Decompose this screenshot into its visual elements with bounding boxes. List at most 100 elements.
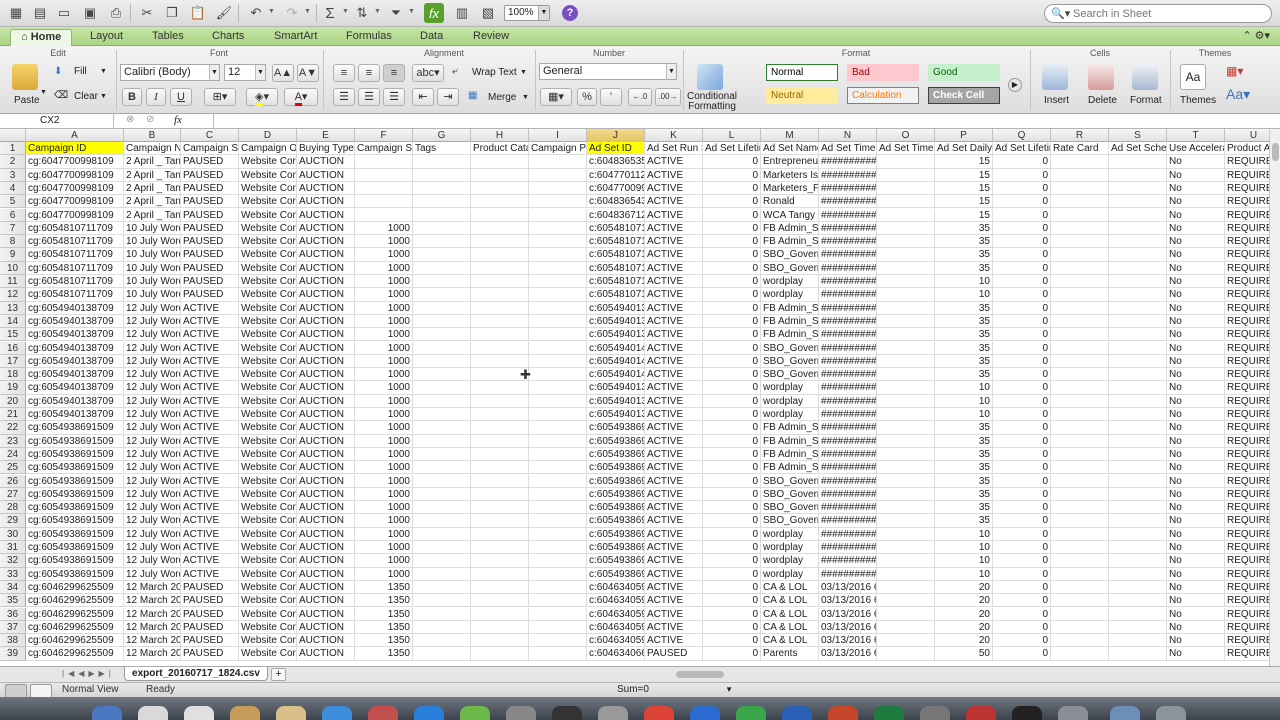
cell[interactable]: Website Con bbox=[239, 607, 297, 621]
row-header[interactable]: 23 bbox=[0, 434, 26, 448]
cell[interactable] bbox=[1051, 647, 1109, 661]
cell[interactable]: 1000 bbox=[355, 354, 413, 369]
cell[interactable] bbox=[877, 288, 935, 302]
cell[interactable]: PAUSED bbox=[181, 275, 239, 289]
cell[interactable]: 1000 bbox=[355, 394, 413, 408]
cell[interactable]: 10 July Word bbox=[124, 248, 181, 262]
maps-dock-icon[interactable] bbox=[460, 706, 490, 720]
cell[interactable]: ACTIVE bbox=[645, 461, 703, 475]
cell[interactable]: AUCTION bbox=[297, 541, 355, 555]
cell[interactable]: No bbox=[1167, 368, 1225, 382]
cell[interactable]: 0 bbox=[703, 381, 761, 395]
cell[interactable] bbox=[1051, 421, 1109, 435]
cell[interactable]: wordplay bbox=[761, 541, 819, 555]
function-icon[interactable]: fx bbox=[174, 114, 182, 126]
cell[interactable] bbox=[877, 527, 935, 541]
cell[interactable]: 35 bbox=[935, 487, 993, 502]
cell[interactable]: 0 bbox=[703, 155, 761, 169]
cell[interactable] bbox=[413, 487, 471, 502]
cell[interactable] bbox=[877, 195, 935, 209]
horizontal-scroll-thumb[interactable] bbox=[676, 671, 724, 678]
cell[interactable]: 1000 bbox=[355, 514, 413, 528]
cell[interactable]: AUCTION bbox=[297, 328, 355, 342]
cell[interactable]: 0 bbox=[703, 461, 761, 475]
cell[interactable]: PAUSED bbox=[181, 607, 239, 621]
upwork-dock-icon[interactable] bbox=[736, 706, 766, 720]
row-header[interactable]: 5 bbox=[0, 195, 26, 209]
cell[interactable] bbox=[1051, 368, 1109, 382]
cell[interactable]: REQUIRE bbox=[1225, 501, 1269, 515]
cell[interactable]: No bbox=[1167, 288, 1225, 302]
filter-dropdown-icon[interactable]: ▼ bbox=[408, 8, 415, 15]
cell[interactable]: ########## bbox=[819, 235, 877, 249]
cell[interactable]: Website Con bbox=[239, 580, 297, 595]
normal-view-icon[interactable] bbox=[5, 684, 27, 698]
cell[interactable]: REQUIRE bbox=[1225, 209, 1269, 222]
cell[interactable] bbox=[877, 567, 935, 581]
cell[interactable] bbox=[413, 447, 471, 462]
cell[interactable]: ACTIVE bbox=[645, 261, 703, 275]
excel-dock-icon[interactable] bbox=[874, 706, 904, 720]
increase-indent-icon[interactable]: ⇥ bbox=[437, 88, 459, 106]
cell[interactable]: ########## bbox=[819, 221, 877, 236]
sheet-tab[interactable]: export_20160717_1824.csv bbox=[124, 667, 268, 681]
cell[interactable]: AUCTION bbox=[297, 461, 355, 475]
cell[interactable]: 0 bbox=[993, 634, 1051, 648]
formula-input[interactable] bbox=[214, 114, 1264, 128]
toolbox-dock-icon[interactable] bbox=[966, 706, 996, 720]
theme-colors-icon[interactable]: ▦▾ bbox=[1226, 64, 1243, 78]
orientation-button[interactable]: abc▾ bbox=[412, 64, 444, 82]
cell[interactable] bbox=[413, 594, 471, 608]
cell[interactable] bbox=[1051, 580, 1109, 595]
column-header-c[interactable]: C bbox=[181, 129, 239, 142]
cell[interactable]: Website Con bbox=[239, 514, 297, 528]
row-header[interactable]: 32 bbox=[0, 554, 26, 568]
cell[interactable] bbox=[1109, 421, 1167, 435]
cell[interactable]: ACTIVE bbox=[645, 620, 703, 635]
cell[interactable]: 10 bbox=[935, 394, 993, 408]
cell[interactable]: PAUSED bbox=[181, 221, 239, 236]
column-header-q[interactable]: Q bbox=[993, 129, 1051, 142]
cell[interactable]: ########## bbox=[819, 168, 877, 182]
cell[interactable]: 0 bbox=[703, 527, 761, 541]
cell[interactable]: ########## bbox=[819, 261, 877, 275]
cell[interactable] bbox=[529, 181, 587, 196]
cell[interactable]: 35 bbox=[935, 434, 993, 448]
cell[interactable]: c:604634059 bbox=[587, 634, 645, 648]
cancel-icon[interactable]: ⊗ bbox=[126, 114, 134, 125]
cell[interactable] bbox=[471, 634, 529, 648]
cell[interactable]: 0 bbox=[993, 394, 1051, 408]
cell[interactable]: AUCTION bbox=[297, 487, 355, 502]
cell[interactable]: No bbox=[1167, 314, 1225, 329]
activity-dock-icon[interactable] bbox=[598, 706, 628, 720]
cell[interactable] bbox=[1051, 288, 1109, 302]
cell[interactable]: ########## bbox=[819, 514, 877, 528]
cell[interactable]: No bbox=[1167, 235, 1225, 249]
cell[interactable] bbox=[1051, 394, 1109, 408]
cell[interactable]: Website Con bbox=[239, 341, 297, 355]
cell[interactable] bbox=[529, 594, 587, 608]
row-header[interactable]: 15 bbox=[0, 328, 26, 342]
align-right-icon[interactable]: ☰ bbox=[383, 88, 405, 106]
header-cell[interactable]: Product A bbox=[1225, 142, 1269, 156]
cell[interactable] bbox=[529, 368, 587, 382]
cell[interactable]: CA & LOL bbox=[761, 634, 819, 648]
cell[interactable]: 1350 bbox=[355, 580, 413, 595]
cell[interactable] bbox=[1051, 461, 1109, 475]
cell[interactable]: PAUSED bbox=[181, 288, 239, 302]
column-header-n[interactable]: N bbox=[819, 129, 877, 142]
font-color-button[interactable]: A▾ bbox=[284, 88, 318, 106]
cell[interactable] bbox=[529, 487, 587, 502]
shrink-font-button[interactable]: A▼ bbox=[297, 64, 319, 82]
cell[interactable]: cg:6047700998109 bbox=[26, 168, 124, 182]
cell[interactable] bbox=[877, 394, 935, 408]
cell[interactable]: No bbox=[1167, 155, 1225, 169]
cell[interactable]: c:605494013 bbox=[587, 314, 645, 329]
tab-data[interactable]: Data bbox=[410, 29, 453, 46]
cell[interactable]: 0 bbox=[703, 487, 761, 502]
cell[interactable]: 0 bbox=[703, 261, 761, 275]
cell[interactable]: ########## bbox=[819, 541, 877, 555]
cell[interactable] bbox=[1051, 501, 1109, 515]
cell[interactable]: cg:6054938691509 bbox=[26, 554, 124, 568]
header-cell[interactable]: Ad Set Name bbox=[761, 142, 819, 156]
